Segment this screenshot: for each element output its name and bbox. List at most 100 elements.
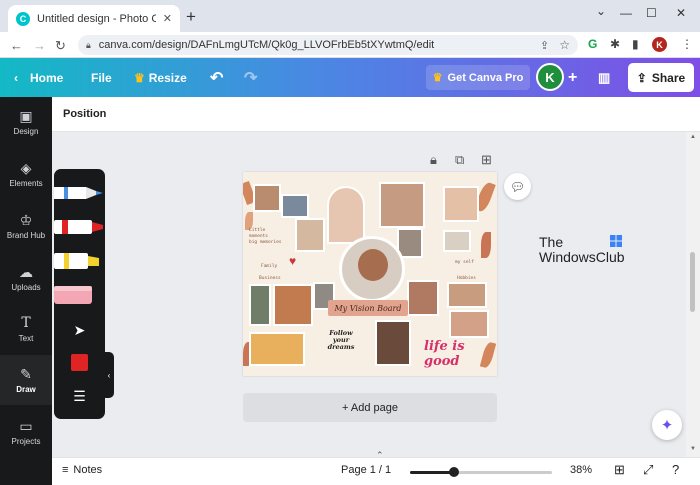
vertical-scrollbar[interactable]: ▲ ▼: [686, 132, 700, 457]
grid-view-icon[interactable]: ⊞: [614, 462, 625, 478]
collage-photo-mother[interactable]: [379, 182, 425, 228]
lock-icon: 🔒︎: [86, 39, 91, 50]
stroke-weight-icon[interactable]: ☰: [54, 385, 105, 407]
crown-icon: ♛: [134, 70, 145, 85]
get-pro-label: Get Canva Pro: [447, 71, 524, 84]
canva-top-bar: ‹ Home File ♛ Resize ↶ ↷ ♛ Get Canva Pro…: [0, 58, 700, 97]
page-indicator[interactable]: Page 1 / 1: [341, 464, 391, 476]
sidebar-label: Uploads: [11, 282, 41, 292]
left-sidebar: ▣ Design ◈ Elements ♔ Brand Hub ☁ Upload…: [0, 97, 52, 485]
collage-photo-sunset[interactable]: [249, 332, 305, 366]
more-menu-icon[interactable]: ⋮: [681, 37, 693, 51]
color-swatch[interactable]: [54, 351, 105, 373]
sidebar-item-uploads[interactable]: ☁ Uploads: [0, 253, 52, 303]
chevron-down-icon[interactable]: ⌄: [596, 4, 606, 18]
sidebar-label: Elements: [9, 178, 43, 188]
notes-button[interactable]: ≡ Notes: [62, 464, 102, 476]
back-icon[interactable]: ←: [10, 38, 23, 53]
sidebar-item-draw[interactable]: ✎ Draw: [0, 355, 52, 405]
follow-dreams-text[interactable]: Follow your dreams: [322, 330, 360, 351]
resize-button[interactable]: ♛ Resize: [134, 58, 187, 97]
selected-color-swatch: [71, 353, 88, 371]
sidebar-label: Brand Hub: [6, 230, 46, 240]
redo-icon[interactable]: ↷: [244, 58, 257, 97]
sidebar-item-brand-hub[interactable]: ♔ Brand Hub: [0, 201, 52, 251]
eraser-icon: [54, 286, 92, 304]
watermark-logo-icon: [610, 235, 622, 247]
collage-photo[interactable]: [253, 184, 281, 212]
bookmark-star-icon[interactable]: ☆: [559, 38, 570, 52]
collage-photo[interactable]: [449, 310, 489, 338]
get-canva-pro-button[interactable]: ♛ Get Canva Pro: [426, 65, 530, 90]
install-icon[interactable]: ⇪: [540, 39, 549, 52]
fullscreen-icon[interactable]: ⤢: [643, 462, 653, 478]
sidebar-item-design[interactable]: ▣ Design: [0, 97, 52, 147]
close-window-icon[interactable]: ✕: [676, 6, 686, 20]
collage-photo[interactable]: [443, 186, 479, 222]
life-is-good-text[interactable]: life is good: [424, 339, 497, 369]
duplicate-page-icon[interactable]: ⧉: [455, 152, 464, 168]
sidebar-item-projects[interactable]: ▭ Projects: [0, 407, 52, 457]
scrollbar-thumb[interactable]: [690, 252, 695, 312]
collage-photo[interactable]: [295, 218, 325, 252]
home-button[interactable]: ‹ Home: [14, 58, 63, 97]
highlighter-tool-yellow[interactable]: [54, 245, 105, 277]
collage-photo[interactable]: [407, 280, 439, 316]
design-page[interactable]: Little moments big memories ♥ Family my …: [243, 172, 497, 376]
pen-tool-blue[interactable]: [54, 177, 105, 209]
collage-photo-camera[interactable]: [375, 320, 411, 366]
vision-board-banner[interactable]: My Vision Board: [328, 300, 408, 316]
minimize-icon[interactable]: —: [620, 6, 632, 20]
url-bar[interactable]: 🔒︎ canva.com/design/DAFnLmgUTcM/Qk0g_LLV…: [78, 35, 578, 55]
maximize-icon[interactable]: ☐: [646, 6, 657, 20]
scroll-up-icon[interactable]: ▲: [690, 134, 696, 140]
eraser-tool[interactable]: [54, 279, 105, 311]
zoom-percent[interactable]: 38%: [570, 464, 592, 476]
extensions-puzzle-icon[interactable]: ✱: [610, 37, 620, 51]
profile-avatar[interactable]: K: [652, 37, 667, 52]
side-panel-icon[interactable]: ▮: [632, 37, 639, 51]
grammarly-icon[interactable]: G: [588, 37, 597, 51]
share-button[interactable]: ⇪ Share: [628, 63, 694, 92]
notes-icon: ≡: [62, 464, 69, 476]
lock-page-icon[interactable]: 🔒︎: [430, 152, 437, 168]
position-button[interactable]: Position: [63, 108, 106, 120]
magic-assistant-button[interactable]: ✦: [652, 410, 682, 440]
browser-tab[interactable]: C Untitled design - Photo Collage ✕: [8, 5, 180, 32]
user-avatar[interactable]: K: [536, 63, 564, 91]
collage-photo[interactable]: [281, 194, 309, 218]
close-tab-icon[interactable]: ✕: [163, 12, 172, 25]
watermark-line: WindowsClub: [539, 249, 625, 265]
file-menu-button[interactable]: File: [91, 58, 112, 97]
collage-photo[interactable]: [447, 282, 487, 308]
sidebar-item-elements[interactable]: ◈ Elements: [0, 149, 52, 199]
add-comment-button[interactable]: 💬︎: [504, 173, 531, 200]
add-collaborator-icon[interactable]: +: [568, 58, 577, 97]
zoom-slider-knob[interactable]: [449, 467, 460, 477]
chevron-up-icon[interactable]: ⌃: [376, 450, 384, 461]
sidebar-label: Draw: [16, 384, 36, 394]
add-page-button[interactable]: + Add page: [243, 393, 497, 422]
new-tab-icon[interactable]: +: [186, 8, 196, 25]
center-portrait-circle[interactable]: [339, 236, 405, 302]
sidebar-item-text[interactable]: T Text: [0, 304, 52, 354]
url-text[interactable]: canva.com/design/DAFnLmgUTcM/Qk0g_LLVOFr…: [99, 39, 540, 51]
reload-icon[interactable]: ↻: [55, 38, 66, 54]
select-cursor-icon[interactable]: ➤: [54, 319, 105, 341]
undo-icon[interactable]: ↶: [210, 58, 223, 97]
collapse-panel-button[interactable]: ‹: [104, 352, 114, 398]
analytics-chart-icon[interactable]: ▥: [598, 58, 610, 97]
collage-photo-yoga[interactable]: [443, 230, 471, 252]
collage-photo-pregnant[interactable]: [327, 186, 365, 244]
marker-tool-red[interactable]: [54, 211, 105, 243]
collage-photo-desk[interactable]: [273, 284, 313, 326]
pen-blue-icon: [54, 187, 103, 199]
help-icon[interactable]: ?: [672, 462, 679, 477]
draw-tools-panel: ➤ ☰: [54, 169, 105, 419]
brand-hub-icon: ♔: [19, 211, 33, 228]
add-page-icon[interactable]: ⊞: [481, 152, 492, 168]
scroll-down-icon[interactable]: ▼: [690, 446, 696, 452]
forward-icon[interactable]: →: [33, 38, 46, 53]
zoom-slider[interactable]: [410, 467, 552, 477]
collage-photo[interactable]: [249, 284, 271, 326]
